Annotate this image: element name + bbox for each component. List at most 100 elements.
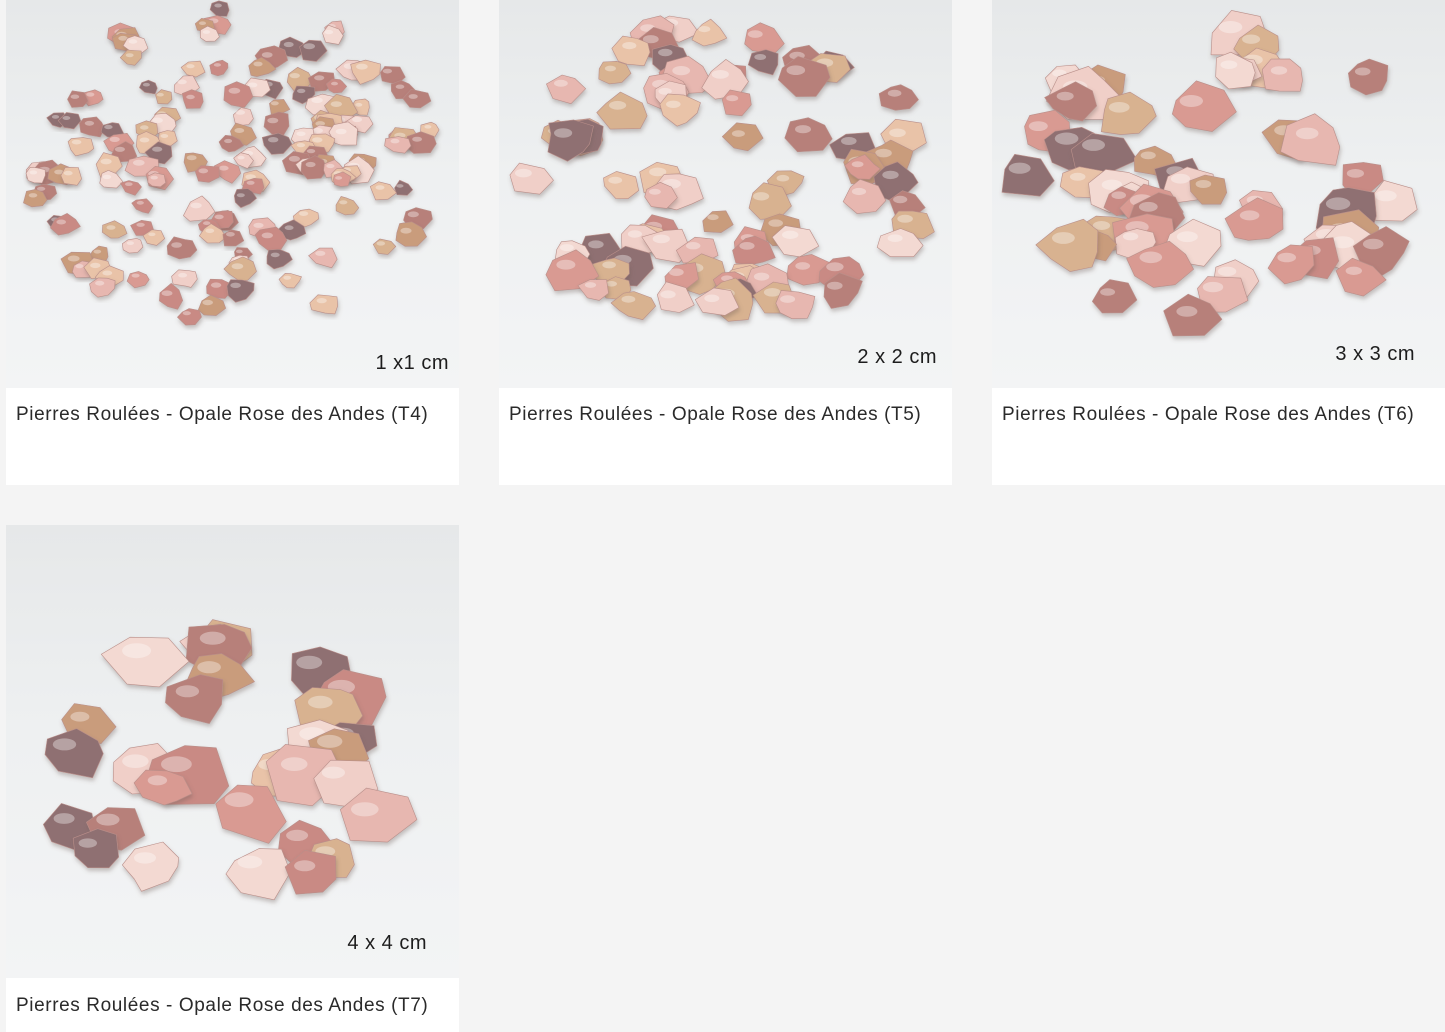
product-title[interactable]: Pierres Roulées - Opale Rose des Andes (… xyxy=(1002,404,1414,426)
stone-highlight xyxy=(178,272,188,278)
stone-highlight xyxy=(1277,252,1296,263)
stone-highlight xyxy=(311,97,323,104)
stone-highlight xyxy=(299,211,309,217)
stone-highlight xyxy=(218,165,229,171)
stone-highlight xyxy=(182,311,191,316)
stone xyxy=(195,165,220,183)
stone-highlight xyxy=(669,268,684,277)
stone-highlight xyxy=(156,92,164,97)
stone-highlight xyxy=(90,262,101,269)
stone xyxy=(596,91,648,130)
stone-highlight xyxy=(1176,306,1198,317)
product-image[interactable]: 1 x1 cm xyxy=(6,0,459,388)
product-card[interactable]: 3 x 3 cm Pierres Roulées - Opale Rose de… xyxy=(992,0,1445,485)
stone-highlight xyxy=(190,202,202,209)
product-image[interactable]: 4 x 4 cm xyxy=(6,525,459,978)
stone-highlight xyxy=(150,175,158,180)
stone-highlight xyxy=(1218,21,1243,34)
stone-highlight xyxy=(186,155,197,161)
stone-highlight xyxy=(198,168,209,174)
stone-highlight xyxy=(335,176,343,180)
stone xyxy=(394,179,414,196)
stone xyxy=(1347,58,1389,96)
stone-highlight xyxy=(1354,67,1371,76)
stone xyxy=(183,195,216,222)
stone-highlight xyxy=(160,134,169,138)
stone-highlight xyxy=(139,137,150,143)
stone-highlight xyxy=(202,299,213,306)
stone-highlight xyxy=(1239,210,1260,221)
stone-highlight xyxy=(104,124,113,130)
stone xyxy=(878,84,919,111)
stone-highlight xyxy=(78,838,98,848)
stone-highlight xyxy=(134,852,156,864)
stone-highlight xyxy=(604,65,616,72)
stone-highlight xyxy=(351,802,379,817)
product-card[interactable]: 2 x 2 cm Pierres Roulées - Opale Rose de… xyxy=(499,0,952,485)
stone-highlight xyxy=(197,661,221,674)
stone-highlight xyxy=(296,143,305,148)
stones-photo xyxy=(42,619,418,901)
stone xyxy=(263,111,290,136)
stone-highlight xyxy=(202,30,210,34)
stone-highlight xyxy=(747,30,763,38)
stone-highlight xyxy=(698,26,711,33)
stone-highlight xyxy=(1008,162,1031,174)
product-title[interactable]: Pierres Roulées - Opale Rose des Andes (… xyxy=(16,404,428,426)
size-label: 3 x 3 cm xyxy=(1335,343,1415,365)
stone-highlight xyxy=(376,241,386,246)
product-card[interactable]: 1 x1 cm Pierres Roulées - Opale Rose des… xyxy=(6,0,459,485)
stone xyxy=(25,167,46,184)
stone-highlight xyxy=(795,125,811,134)
stone-highlight xyxy=(649,188,661,195)
stone-highlight xyxy=(231,263,244,270)
product-card[interactable]: 4 x 4 cm Pierres Roulées - Opale Rose de… xyxy=(6,525,459,1032)
stone xyxy=(702,210,734,233)
stone-highlight xyxy=(851,161,864,168)
stone-highlight xyxy=(283,275,292,280)
stone-highlight xyxy=(652,234,670,244)
stone-highlight xyxy=(205,228,215,234)
stone-highlight xyxy=(28,193,38,198)
stone-highlight xyxy=(56,219,66,225)
stone-highlight xyxy=(102,174,112,180)
stone-highlight xyxy=(686,242,701,250)
stone-highlight xyxy=(704,294,720,303)
stone xyxy=(784,117,833,153)
stone-highlight xyxy=(203,221,211,226)
product-image[interactable]: 3 x 3 cm xyxy=(992,0,1445,388)
stone-highlight xyxy=(186,64,195,69)
stone-highlight xyxy=(1202,281,1224,293)
stone-highlight xyxy=(214,214,224,220)
stone xyxy=(278,273,302,289)
stone-highlight xyxy=(412,136,422,142)
product-title[interactable]: Pierres Roulées - Opale Rose des Andes (… xyxy=(509,404,921,426)
stone-highlight xyxy=(1054,132,1079,145)
stone-highlight xyxy=(609,100,627,110)
stone xyxy=(79,116,105,138)
stone-highlight xyxy=(100,158,112,165)
product-image[interactable]: 2 x 2 cm xyxy=(499,0,952,388)
stone-highlight xyxy=(106,225,116,230)
stone-highlight xyxy=(280,757,308,771)
stone-highlight xyxy=(308,695,333,709)
stone-highlight xyxy=(330,101,342,107)
stone-highlight xyxy=(795,262,811,270)
stone-highlight xyxy=(312,127,324,134)
stone-highlight xyxy=(1028,121,1048,131)
stone-highlight xyxy=(122,643,152,659)
stone-highlight xyxy=(841,137,857,145)
stone-highlight xyxy=(826,262,844,272)
stone-highlight xyxy=(666,100,681,109)
stone-highlight xyxy=(897,214,913,223)
stone xyxy=(166,236,198,260)
stone-highlight xyxy=(286,829,309,841)
stone-highlight xyxy=(234,128,245,133)
stone-highlight xyxy=(672,66,691,76)
stone-highlight xyxy=(161,290,173,297)
stone-highlight xyxy=(407,211,419,218)
product-title[interactable]: Pierres Roulées - Opale Rose des Andes (… xyxy=(16,995,428,1017)
stone-highlight xyxy=(253,61,263,67)
stone-highlight xyxy=(270,101,279,106)
stone-highlight xyxy=(312,137,323,143)
